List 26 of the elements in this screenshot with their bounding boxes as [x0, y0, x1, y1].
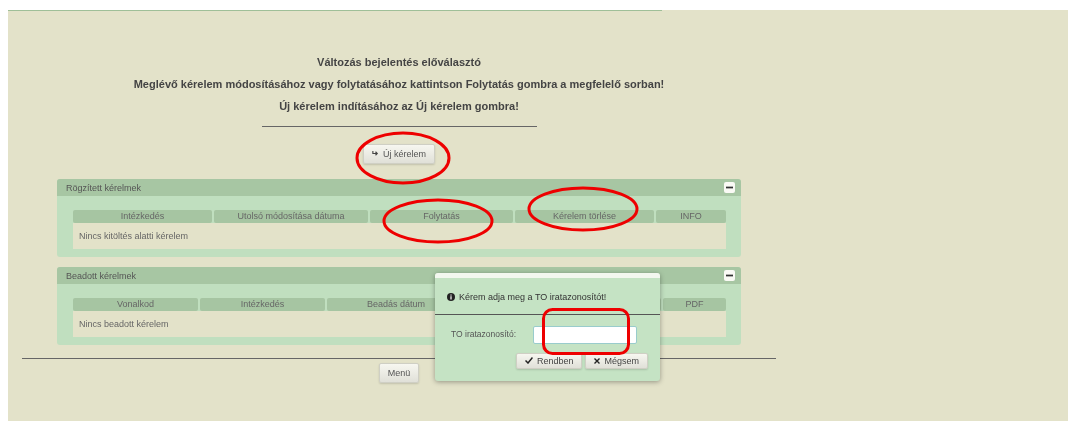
close-icon: [594, 357, 601, 364]
panel-title: Rögzített kérelmek: [66, 182, 142, 193]
column-header: Kérelem törlése: [515, 210, 654, 223]
minus-icon: [726, 272, 733, 279]
menu-button[interactable]: Menü: [378, 363, 420, 383]
column-header: Vonalkod: [73, 298, 198, 311]
column-header: PDF: [663, 298, 726, 311]
field-label: TO iratazonosító:: [451, 329, 517, 340]
new-request-button[interactable]: Új kérelem: [363, 143, 435, 164]
column-header: Utolsó módosítása dátuma: [214, 210, 368, 223]
return-arrow-icon: [372, 150, 379, 157]
collapse-button[interactable]: [724, 270, 735, 281]
minus-icon: [726, 184, 733, 191]
info-icon: [447, 293, 455, 301]
column-header: INFO: [656, 210, 726, 223]
empty-table-message: Nincs kitöltés alatti kérelem: [73, 223, 726, 249]
panel-title: Beadott kérelmek: [66, 270, 137, 281]
collapse-button[interactable]: [724, 182, 735, 193]
column-header: Intézkedés: [200, 298, 325, 311]
instruction-text: Új kérelem indításához az Új kérelem gombra!: [279, 99, 519, 114]
column-header: Folytatás: [370, 210, 513, 223]
page-title: Változás bejelentés előválasztó: [317, 55, 481, 70]
column-header: Intézkedés: [73, 210, 212, 223]
check-icon: [524, 357, 533, 364]
instruction-text: Meglévő kérelem módosításához vagy folytatásához kattintson Folytatás gombra a megfelelő sorban!: [133, 77, 665, 92]
input-field[interactable]: [533, 325, 638, 344]
